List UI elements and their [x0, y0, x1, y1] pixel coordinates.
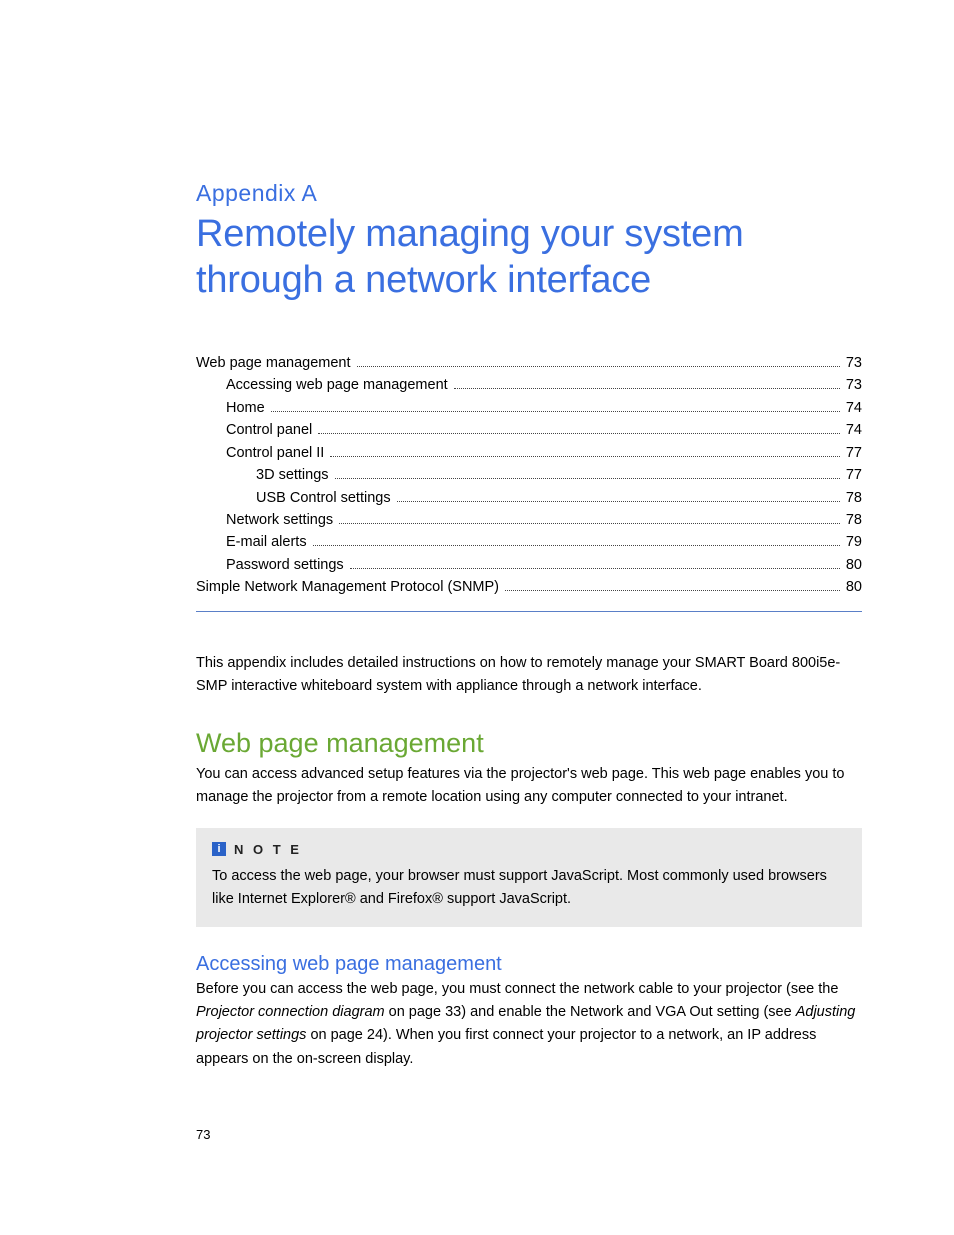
toc-entry[interactable]: Simple Network Management Protocol (SNMP… — [196, 576, 862, 598]
toc-entry-page: 79 — [842, 531, 862, 553]
toc-entry-label: Password settings — [226, 554, 348, 576]
toc-entry[interactable]: USB Control settings 78 — [196, 487, 862, 509]
toc-entry-label: Web page management — [196, 352, 355, 374]
toc-entry[interactable]: E-mail alerts 79 — [196, 531, 862, 553]
toc-entry[interactable]: 3D settings 77 — [196, 464, 862, 486]
reference-projector-connection-diagram: Projector connection diagram — [196, 1004, 385, 1020]
page-number: 73 — [196, 1127, 862, 1142]
toc-leader-dots — [318, 433, 840, 434]
toc-entry-page: 74 — [842, 419, 862, 441]
subsection-paragraph: Before you can access the web page, you … — [196, 978, 862, 1071]
document-page: Appendix A Remotely managing your system… — [0, 0, 954, 1202]
toc-leader-dots — [313, 545, 840, 546]
section-heading-web-page-management: Web page management — [196, 728, 862, 759]
toc-leader-dots — [271, 411, 840, 412]
toc-entry-label: 3D settings — [256, 464, 333, 486]
toc-entry-page: 80 — [842, 554, 862, 576]
table-of-contents: Web page management73Accessing web page … — [196, 352, 862, 599]
note-header: i N O T E — [212, 842, 846, 857]
toc-leader-dots — [454, 388, 840, 389]
toc-entry-page: 80 — [842, 576, 862, 598]
appendix-label: Appendix A — [196, 180, 862, 207]
intro-paragraph: This appendix includes detailed instruct… — [196, 652, 862, 698]
toc-entry[interactable]: Control panel 74 — [196, 419, 862, 441]
toc-entry-label: Network settings — [226, 509, 337, 531]
toc-entry-page: 73 — [842, 374, 862, 396]
toc-entry[interactable]: Accessing web page management 73 — [196, 374, 862, 396]
toc-entry[interactable]: Password settings 80 — [196, 554, 862, 576]
toc-entry-label: Accessing web page management — [226, 374, 452, 396]
toc-leader-dots — [339, 523, 840, 524]
toc-entry[interactable]: Network settings 78 — [196, 509, 862, 531]
toc-entry-label: Simple Network Management Protocol (SNMP… — [196, 576, 503, 598]
text-run: Before you can access the web page, you … — [196, 981, 838, 997]
toc-entry-page: 78 — [842, 509, 862, 531]
toc-entry-page: 78 — [842, 487, 862, 509]
info-icon: i — [212, 842, 226, 856]
toc-leader-dots — [335, 478, 840, 479]
note-box: i N O T E To access the web page, your b… — [196, 828, 862, 927]
toc-entry-label: E-mail alerts — [226, 531, 311, 553]
toc-entry[interactable]: Control panel II 77 — [196, 442, 862, 464]
text-run: on page 33) and enable the Network and V… — [385, 1004, 796, 1020]
subsection-heading-accessing: Accessing web page management — [196, 953, 862, 976]
toc-entry-label: Home — [226, 397, 269, 419]
toc-entry-label: USB Control settings — [256, 487, 395, 509]
toc-leader-dots — [330, 456, 840, 457]
toc-entry[interactable]: Home 74 — [196, 397, 862, 419]
toc-entry-page: 77 — [842, 464, 862, 486]
section-paragraph: You can access advanced setup features v… — [196, 763, 862, 809]
toc-entry-page: 77 — [842, 442, 862, 464]
toc-entry[interactable]: Web page management 73 — [196, 352, 862, 374]
chapter-title: Remotely managing your system through a … — [196, 211, 862, 304]
toc-divider — [196, 611, 862, 612]
toc-leader-dots — [350, 568, 840, 569]
toc-entry-label: Control panel — [226, 419, 316, 441]
toc-entry-label: Control panel II — [226, 442, 328, 464]
toc-leader-dots — [505, 590, 840, 591]
note-label: N O T E — [234, 842, 302, 857]
toc-entry-page: 74 — [842, 397, 862, 419]
toc-leader-dots — [397, 501, 840, 502]
note-body-text: To access the web page, your browser mus… — [212, 865, 846, 911]
toc-leader-dots — [357, 366, 840, 367]
toc-entry-page: 73 — [842, 352, 862, 374]
